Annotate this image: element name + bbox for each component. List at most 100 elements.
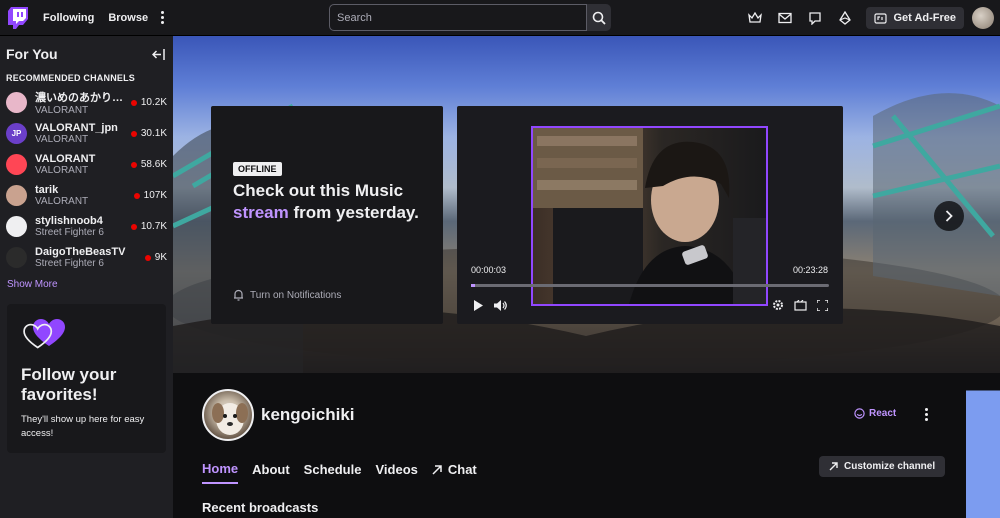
player-controls xyxy=(469,297,831,313)
channel-game: VALORANT xyxy=(35,134,89,145)
react-label: React xyxy=(869,408,897,419)
video-thumbnail xyxy=(533,128,766,304)
sidebar-channel-item[interactable]: 濃いめのあかりん… VALORANT 10.2K xyxy=(0,87,173,118)
channel-more-icon[interactable] xyxy=(925,408,928,421)
follow-title: Follow your favorites! xyxy=(21,365,117,404)
seek-bar[interactable] xyxy=(471,284,829,287)
customize-channel-button[interactable]: Customize channel xyxy=(819,456,946,477)
channel-info: VALORANT_jpn VALORANT xyxy=(35,122,130,145)
live-viewer-count: 58.6K xyxy=(130,159,167,170)
volume-icon[interactable] xyxy=(491,297,509,313)
sidebar-channel-item[interactable]: VALORANT VALORANT 58.6K xyxy=(0,149,173,180)
viewer-count: 10.7K xyxy=(140,221,167,232)
tab-videos[interactable]: Videos xyxy=(375,461,417,484)
sidebar-channel-item[interactable]: DaigoTheBeasTV Street Fighter 6 9K xyxy=(0,242,173,273)
live-dot-icon xyxy=(130,223,137,230)
customize-label: Customize channel xyxy=(844,461,936,472)
channel-info: 濃いめのあかりん… VALORANT xyxy=(35,89,130,116)
channel-info: VALORANT VALORANT xyxy=(35,153,130,176)
channel-banner: OFFLINE Check out this Music stream from… xyxy=(173,36,1000,373)
search-bar xyxy=(329,4,611,31)
show-more-link[interactable]: Show More xyxy=(7,279,173,290)
channel-avatar[interactable] xyxy=(202,389,254,441)
video-frame[interactable] xyxy=(531,126,768,306)
tab-about[interactable]: About xyxy=(252,461,290,484)
bits-icon[interactable] xyxy=(830,3,860,33)
offline-card: OFFLINE Check out this Music stream from… xyxy=(211,106,443,324)
notifications-label: Turn on Notifications xyxy=(250,289,342,301)
react-button[interactable]: React xyxy=(854,408,896,419)
ad-free-label: Get Ad-Free xyxy=(893,12,956,24)
viewer-count: 30.1K xyxy=(140,128,167,139)
twitch-logo-icon[interactable] xyxy=(8,6,28,29)
live-viewer-count: 9K xyxy=(144,252,167,263)
follow-description: They'll show up here for easy access! xyxy=(21,414,145,439)
get-ad-free-button[interactable]: Get Ad-Free xyxy=(866,7,964,29)
hearts-icon xyxy=(23,319,65,349)
live-viewer-count: 30.1K xyxy=(130,128,167,139)
left-sidebar: For You RECOMMENDED CHANNELS 濃いめのあかりん… V… xyxy=(0,36,173,518)
live-viewer-count: 10.7K xyxy=(130,221,167,232)
seek-bar-fill xyxy=(471,284,475,287)
arrow-up-right-icon xyxy=(829,462,838,471)
turn-on-notifications-button[interactable]: Turn on Notifications xyxy=(233,289,341,301)
user-avatar[interactable] xyxy=(972,7,994,29)
channel-game: VALORANT xyxy=(35,105,89,116)
recommended-heading: RECOMMENDED CHANNELS xyxy=(6,73,136,83)
top-nav-bar: Following Browse Get Ad-Free xyxy=(0,0,1000,36)
live-viewer-count: 10.2K xyxy=(130,97,167,108)
next-video-button[interactable] xyxy=(934,201,964,231)
live-dot-icon xyxy=(144,254,151,261)
avatar-initials: JP xyxy=(11,129,22,138)
play-icon[interactable] xyxy=(469,297,487,313)
live-dot-icon xyxy=(130,99,137,106)
channel-avatar-small xyxy=(6,216,27,237)
viewer-count: 9K xyxy=(154,252,167,263)
prime-crown-icon[interactable] xyxy=(740,3,770,33)
right-edge-strip xyxy=(966,373,1000,518)
tab-chat[interactable]: Chat xyxy=(432,461,477,484)
chevron-right-icon xyxy=(945,210,953,222)
offline-message: Check out this Music stream from yesterd… xyxy=(233,180,433,224)
sidebar-title: For You xyxy=(6,46,58,62)
channel-username[interactable]: kengoichiki xyxy=(261,405,355,425)
whispers-icon[interactable] xyxy=(800,3,830,33)
sidebar-channel-item[interactable]: tarik VALORANT 107K xyxy=(0,180,173,211)
channel-avatar-small xyxy=(6,92,27,113)
channel-name: VALORANT xyxy=(35,153,96,165)
ad-free-icon xyxy=(874,12,888,24)
channel-avatar-small xyxy=(6,247,27,268)
search-button[interactable] xyxy=(587,4,611,31)
more-menu-icon[interactable] xyxy=(160,11,164,24)
nav-browse[interactable]: Browse xyxy=(108,12,148,24)
total-time: 00:23:28 xyxy=(792,265,828,275)
channel-name: DaigoTheBeasTV xyxy=(35,246,126,258)
fullscreen-icon[interactable] xyxy=(813,297,831,313)
inbox-icon[interactable] xyxy=(770,3,800,33)
tab-chat-label: Chat xyxy=(447,462,477,477)
channel-info: tarik VALORANT xyxy=(35,184,130,207)
sidebar-channel-item[interactable]: stylishnoob4 Street Fighter 6 10.7K xyxy=(0,211,173,242)
channel-avatar-small xyxy=(6,154,27,175)
live-dot-icon xyxy=(130,161,137,168)
search-input[interactable] xyxy=(329,4,587,31)
theatre-mode-icon[interactable] xyxy=(791,297,809,313)
nav-following[interactable]: Following xyxy=(43,12,94,24)
search-icon xyxy=(592,11,606,25)
video-player[interactable]: 00:00:03 00:23:28 xyxy=(457,106,843,324)
settings-gear-icon[interactable] xyxy=(769,297,787,313)
channel-avatar-small: JP xyxy=(6,123,27,144)
tab-home[interactable]: Home xyxy=(202,461,239,484)
channel-tabs: Home About Schedule Videos Chat xyxy=(202,461,491,484)
tab-schedule[interactable]: Schedule xyxy=(304,461,362,484)
live-viewer-count: 107K xyxy=(133,190,167,201)
channel-avatar-small xyxy=(6,185,27,206)
offline-line2: from yesterday. xyxy=(288,203,419,222)
channel-list: 濃いめのあかりん… VALORANT 10.2K JP VALORANT_jpn… xyxy=(0,87,173,273)
channel-name: stylishnoob4 xyxy=(35,215,103,227)
channel-name: 濃いめのあかりん… xyxy=(35,92,130,104)
follow-prompt-card: Follow your favorites! They'll show up h… xyxy=(7,304,166,453)
sidebar-channel-item[interactable]: JP VALORANT_jpn VALORANT 30.1K xyxy=(0,118,173,149)
collapse-sidebar-icon[interactable] xyxy=(152,48,165,60)
elapsed-time: 00:00:03 xyxy=(471,265,507,275)
